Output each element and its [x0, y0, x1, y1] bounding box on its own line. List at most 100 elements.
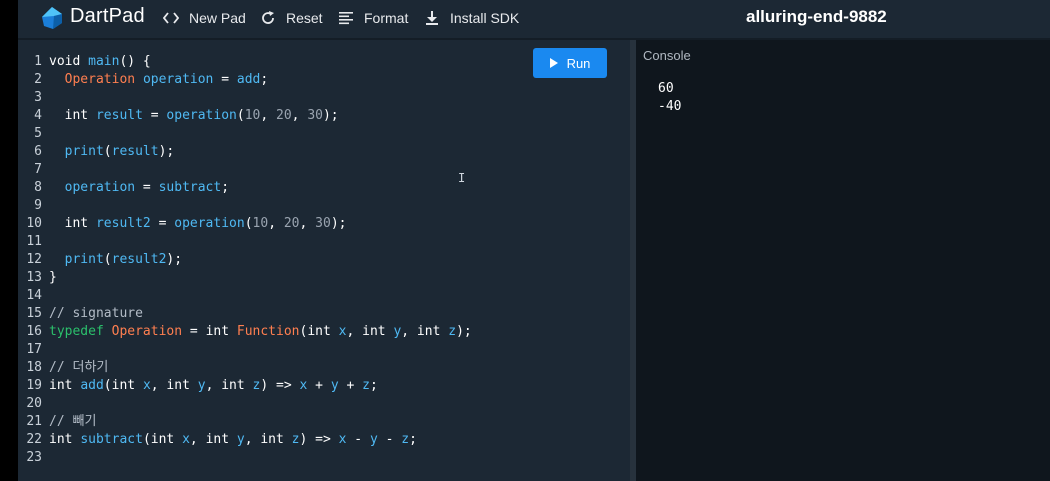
code-line[interactable]: 13}	[18, 269, 56, 287]
format-label: Format	[364, 10, 409, 26]
line-number: 10	[26, 216, 42, 231]
console-line: 60	[658, 81, 674, 96]
line-number: 6	[34, 144, 42, 159]
code-text: operation = subtract;	[49, 179, 229, 197]
line-number: 3	[34, 90, 42, 105]
line-number: 22	[26, 432, 42, 447]
code-line[interactable]: 15 // signature	[18, 305, 143, 323]
code-lines[interactable]: 1 void main() {2 Operation operation = ad…	[18, 53, 471, 467]
install-sdk-button[interactable]: Install SDK	[424, 9, 519, 27]
code-token: =	[213, 72, 237, 87]
dart-logo-icon	[42, 7, 62, 29]
line-number: 4	[34, 108, 42, 123]
code-token: );	[456, 324, 472, 339]
code-line[interactable]: 14	[18, 287, 42, 305]
code-text: print(result2);	[49, 251, 182, 269]
code-line[interactable]: 16 typedef Operation = int Function(int x…	[18, 323, 471, 341]
code-token: -	[346, 432, 370, 447]
code-token: x	[142, 378, 151, 393]
code-token: Operation	[64, 72, 136, 87]
code-line[interactable]: 5	[18, 125, 42, 143]
code-line[interactable]: 7	[18, 161, 42, 179]
line-number: 23	[26, 450, 42, 465]
app-brand: DartPad	[70, 5, 145, 27]
code-token: print	[64, 252, 104, 267]
code-line[interactable]: 3	[18, 89, 42, 107]
code-text: int subtract(int x, int y, int z) => x -…	[49, 431, 417, 449]
code-token: operation	[142, 72, 214, 87]
run-button[interactable]: Run	[533, 48, 607, 78]
code-line[interactable]: 1 void main() {	[18, 53, 151, 71]
code-token: int	[64, 108, 89, 123]
code-editor[interactable]: 1 void main() {2 Operation operation = ad…	[18, 40, 630, 481]
reset-button[interactable]: Reset	[260, 9, 323, 27]
download-icon	[426, 11, 438, 25]
code-line[interactable]: 21 // 빼기	[18, 413, 96, 431]
new-pad-label: New Pad	[189, 10, 246, 26]
new-pad-button[interactable]: New Pad	[163, 9, 246, 27]
code-token: Function	[236, 324, 300, 339]
line-number: 9	[34, 198, 42, 213]
format-button[interactable]: Format	[338, 9, 408, 27]
code-text: // signature	[49, 305, 143, 323]
code-token: y	[197, 378, 206, 393]
console-output: 60 -40	[658, 80, 681, 116]
code-line[interactable]: 4 int result = operation(10, 20, 30);	[18, 107, 338, 125]
code-line[interactable]: 12 print(result2);	[18, 251, 182, 269]
code-line[interactable]: 11	[18, 233, 42, 251]
code-token: );	[330, 216, 347, 231]
line-number: 16	[26, 324, 42, 339]
install-sdk-label: Install SDK	[450, 10, 520, 26]
code-token: 10	[252, 216, 269, 231]
code-line[interactable]: 8 operation = subtract;	[18, 179, 229, 197]
line-number: 15	[26, 306, 42, 321]
line-number: 12	[26, 252, 42, 267]
code-token: print	[64, 144, 104, 159]
code-token: int	[64, 216, 89, 231]
code-line[interactable]: 19 int add(int x, int y, int z) => x + y …	[18, 377, 377, 395]
code-token: z	[291, 432, 300, 447]
code-token: // signature	[49, 306, 143, 321]
code-line[interactable]: 2 Operation operation = add;	[18, 71, 268, 89]
code-line[interactable]: 17	[18, 341, 42, 359]
code-token: () {	[119, 54, 151, 69]
line-number: 2	[34, 72, 42, 87]
code-token: // 빼기	[49, 414, 97, 429]
code-token: ,	[150, 378, 167, 393]
code-line[interactable]: 22 int subtract(int x, int y, int z) => x…	[18, 431, 417, 449]
pad-name: alluring-end-9882	[746, 7, 887, 26]
code-token: int	[166, 378, 190, 393]
code-text: int result = operation(10, 20, 30);	[49, 107, 339, 125]
code-token: ,	[299, 216, 316, 231]
code-token: ,	[244, 432, 261, 447]
code-line[interactable]: 10 int result2 = operation(10, 20, 30);	[18, 215, 346, 233]
code-token: int	[49, 432, 73, 447]
code-line[interactable]: 9	[18, 197, 42, 215]
code-token: =	[182, 324, 206, 339]
line-number: 14	[26, 288, 42, 303]
line-number: 1	[34, 54, 42, 69]
code-token: ;	[409, 432, 417, 447]
code-token: =	[150, 216, 175, 231]
code-token: int	[362, 324, 386, 339]
code-token: int	[260, 432, 284, 447]
code-line[interactable]: 18 // 더하기	[18, 359, 108, 377]
code-token: 10	[244, 108, 261, 123]
code-token: =	[142, 108, 167, 123]
code-line[interactable]: 23	[18, 449, 42, 467]
code-token: operation	[174, 216, 245, 231]
console-panel: Console 60 -40	[636, 40, 1050, 481]
refresh-icon	[262, 11, 274, 24]
code-line[interactable]: 6 print(result);	[18, 143, 174, 161]
code-token: int	[111, 378, 136, 393]
code-token: (	[103, 252, 112, 267]
code-line[interactable]: 20	[18, 395, 42, 413]
code-token: void	[49, 54, 89, 69]
console-line: -40	[658, 99, 682, 114]
code-token: ,	[189, 432, 206, 447]
code-text: int result2 = operation(10, 20, 30);	[49, 215, 347, 233]
code-token: 30	[315, 216, 331, 231]
